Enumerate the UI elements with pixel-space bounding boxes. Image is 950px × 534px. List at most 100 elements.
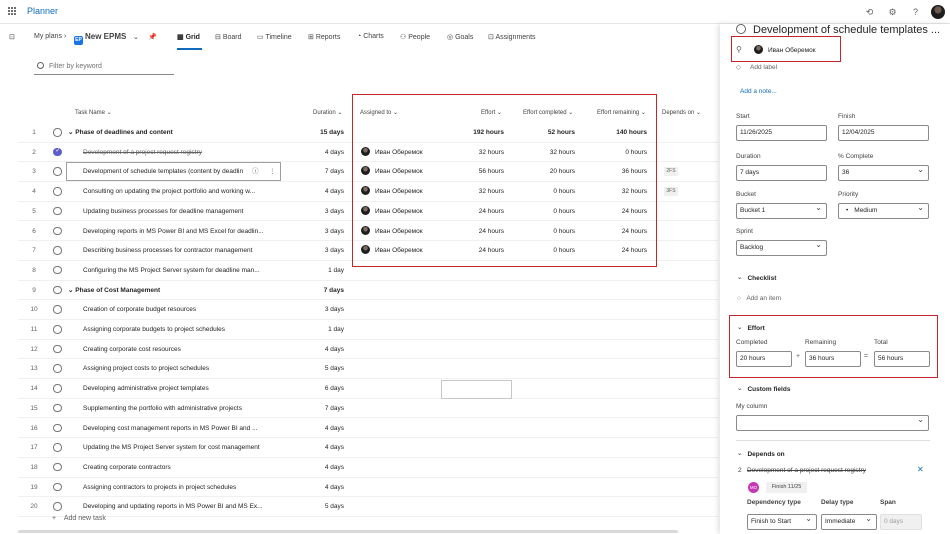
duration-cell[interactable]: 1 day <box>288 261 344 280</box>
task-name[interactable]: Configuring the MS Project Server system… <box>83 261 273 280</box>
task-name[interactable]: Developing administrative project templa… <box>83 379 273 398</box>
tab-assignments[interactable]: ⊡ Assignments <box>488 33 536 41</box>
custom-fields-section-toggle[interactable]: Custom fields <box>737 385 790 393</box>
span-field[interactable]: 0 days <box>880 514 922 530</box>
task-complete-checkbox[interactable] <box>53 502 62 511</box>
task-name[interactable]: Describing business processes for contra… <box>83 241 273 260</box>
task-row[interactable]: 17 Updating the MS Project Server system … <box>18 438 718 458</box>
effort-remaining-cell[interactable] <box>595 359 647 378</box>
task-complete-checkbox[interactable] <box>53 206 62 216</box>
effort-cell[interactable] <box>452 300 504 319</box>
task-row[interactable]: 12 Creating corporate cost resources 4 day… <box>18 340 718 360</box>
horizontal-scrollbar[interactable] <box>18 530 678 533</box>
duration-cell[interactable]: 7 days <box>288 162 344 181</box>
task-name[interactable]: Updating the MS Project Server system fo… <box>83 438 273 457</box>
panel-task-title[interactable]: Development of schedule templates ... <box>753 24 940 36</box>
task-complete-checkbox[interactable] <box>53 305 62 314</box>
duration-cell[interactable]: 4 days <box>288 143 344 162</box>
plan-name[interactable]: EP New EPMS <box>74 32 126 45</box>
duration-cell[interactable]: 5 days <box>288 497 344 516</box>
duration-cell[interactable]: 4 days <box>288 182 344 201</box>
task-complete-checkbox[interactable] <box>53 325 62 334</box>
effort-cell[interactable] <box>452 438 504 457</box>
effort-cell[interactable] <box>452 458 504 477</box>
task-complete-checkbox[interactable] <box>53 423 62 432</box>
bucket-select[interactable]: Bucket 1 <box>736 201 827 219</box>
task-row[interactable]: 13 Assigning project costs to project sch… <box>18 359 718 380</box>
duration-cell[interactable]: 5 days <box>288 359 344 378</box>
pin-icon[interactable]: 📌 <box>148 33 157 41</box>
checklist-section-toggle[interactable]: Checklist <box>737 274 776 282</box>
duration-cell[interactable]: 15 days <box>288 123 344 142</box>
dependency-task-name[interactable]: Development of a project request registr… <box>747 467 866 474</box>
selected-cell[interactable] <box>66 162 281 181</box>
task-name[interactable]: Consulting on updating the project portf… <box>83 182 273 201</box>
task-complete-checkbox[interactable] <box>53 128 62 137</box>
effort-remaining-cell[interactable] <box>595 320 647 339</box>
task-name[interactable]: Developing cost management reports in MS… <box>83 419 273 438</box>
task-name[interactable]: Assigning project costs to project sched… <box>83 359 273 378</box>
help-icon[interactable]: ? <box>904 7 927 17</box>
duration-cell[interactable]: 3 days <box>288 300 344 319</box>
remove-dependency-icon[interactable]: ✕ <box>917 465 924 474</box>
effort-remaining-cell[interactable] <box>595 497 647 516</box>
focused-cell[interactable] <box>441 380 512 399</box>
tab-people[interactable]: ⚇ People <box>400 33 430 41</box>
phase-name[interactable]: ⌄ Phase of Cost Management <box>68 281 258 300</box>
my-column-select[interactable] <box>736 413 929 431</box>
task-complete-checkbox[interactable] <box>53 403 62 413</box>
duration-cell[interactable]: 4 days <box>288 419 344 438</box>
task-complete-checkbox[interactable] <box>53 187 62 196</box>
task-complete-checkbox[interactable] <box>53 167 62 176</box>
chevron-down-icon[interactable]: ⌄ <box>68 287 73 294</box>
effort-completed-cell[interactable] <box>523 281 575 300</box>
task-name[interactable]: Supplementing the portfolio with adminis… <box>83 399 273 418</box>
chevron-down-icon[interactable]: ⌄ <box>68 129 73 136</box>
duration-cell[interactable]: 7 days <box>288 399 344 418</box>
dependency-type-select[interactable]: Finish to Start <box>747 512 817 530</box>
priority-select[interactable]: • Medium <box>838 201 929 219</box>
task-row[interactable]: 16 Developing cost management reports in … <box>18 419 718 439</box>
tab-grid[interactable]: ▦ Grid <box>177 33 200 41</box>
task-row[interactable]: 10 Creation of corporate budget resources… <box>18 300 718 320</box>
task-complete-checkbox[interactable] <box>53 226 62 235</box>
duration-field[interactable]: 7 days <box>736 165 827 181</box>
task-complete-checkbox[interactable] <box>53 443 62 452</box>
start-date-field[interactable]: 11/26/2025 <box>736 125 827 141</box>
effort-completed-cell[interactable] <box>523 359 575 378</box>
percent-complete-field[interactable]: 36 <box>838 163 929 181</box>
task-complete-checkbox[interactable] <box>53 482 62 492</box>
effort-remaining-cell[interactable] <box>595 478 647 497</box>
effort-remaining-cell[interactable] <box>595 379 647 398</box>
task-row[interactable]: 19 Assigning contractors to projects in p… <box>18 478 718 498</box>
settings-icon[interactable]: ⚙ <box>881 7 904 18</box>
effort-remaining-cell[interactable] <box>595 399 647 418</box>
task-name[interactable]: Assigning contractors to projects in pro… <box>83 478 273 497</box>
checklist-add-item[interactable]: ○ Add an item <box>737 295 781 302</box>
duration-cell[interactable]: 4 days <box>288 438 344 457</box>
effort-remaining-cell[interactable] <box>595 458 647 477</box>
task-complete-checkbox[interactable] <box>736 24 746 34</box>
duration-cell[interactable]: 3 days <box>288 241 344 260</box>
task-row[interactable]: 15 Supplementing the portfolio with admin… <box>18 399 718 419</box>
user-avatar[interactable] <box>931 5 945 19</box>
duration-cell[interactable]: 6 days <box>288 379 344 398</box>
tab-reports[interactable]: ⊞ Reports <box>308 33 340 41</box>
effort-completed-cell[interactable] <box>523 379 575 398</box>
task-row[interactable]: 18 Creating corporate contractors 4 days <box>18 458 718 478</box>
chevron-down-icon[interactable]: ⌄ <box>133 33 139 41</box>
task-row[interactable]: 11 Assigning corporate budgets to project… <box>18 320 718 340</box>
effort-completed-cell[interactable] <box>523 458 575 477</box>
task-name[interactable]: Creating corporate cost resources <box>83 340 273 359</box>
effort-completed-cell[interactable] <box>523 497 575 516</box>
share-icon[interactable]: ⟲ <box>858 7 881 18</box>
task-name[interactable]: Updating business processes for deadline… <box>83 202 273 221</box>
effort-remaining-cell[interactable] <box>595 340 647 359</box>
phase-row[interactable]: 9 ⌄ Phase of Cost Management 7 days <box>18 281 718 301</box>
task-complete-checkbox[interactable] <box>53 364 62 373</box>
task-name[interactable]: Assigning corporate budgets to project s… <box>83 320 273 339</box>
effort-cell[interactable] <box>452 340 504 359</box>
duration-cell[interactable]: 3 days <box>288 222 344 241</box>
sprint-select[interactable]: Backlog <box>736 238 827 256</box>
task-complete-checkbox[interactable] <box>53 285 62 295</box>
